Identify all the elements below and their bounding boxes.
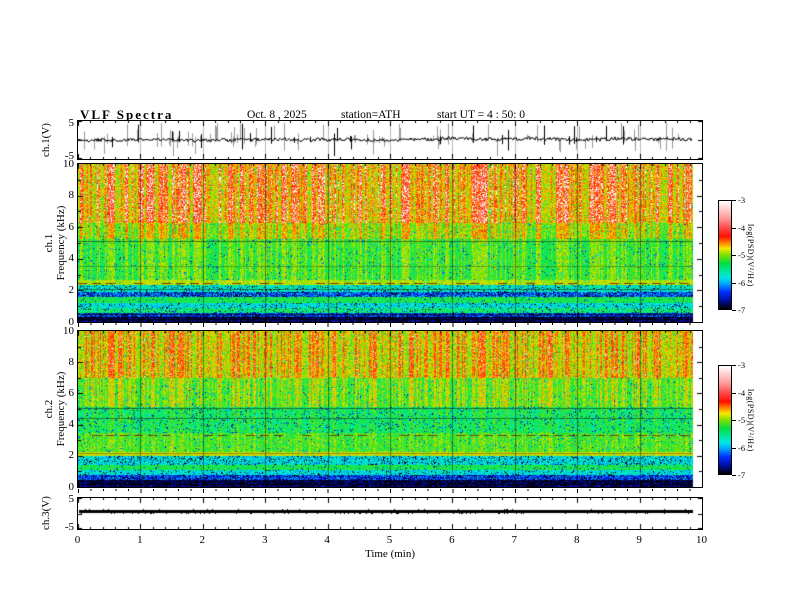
colorbar-tick-label: -6 xyxy=(738,442,746,453)
ch1-waveform-panel xyxy=(77,120,703,160)
x-tick-label: 7 xyxy=(511,534,518,546)
x-tick-label: 3 xyxy=(261,534,268,546)
colorbar-tick-label: -3 xyxy=(738,195,746,205)
colorbar-tick-label: -6 xyxy=(738,277,746,288)
x-tick-label: 6 xyxy=(449,534,455,546)
colorbar-tick xyxy=(732,392,736,394)
ch2-spec-ytick: 6 xyxy=(68,386,75,399)
ch3-wave-ytick: 5 xyxy=(68,493,75,505)
ch1-waveform-canvas xyxy=(78,121,702,159)
time-axis-label: Time (min) xyxy=(364,548,416,560)
colorbar-tick xyxy=(732,255,736,256)
x-tick-label: 8 xyxy=(573,534,580,546)
colorbar-tick xyxy=(732,420,736,421)
colorbar-tick xyxy=(732,200,736,201)
ch2-spec-ytick: 0 xyxy=(68,480,75,493)
x-tick-label: 2 xyxy=(199,534,206,546)
ch1-wave-ytick: 5 xyxy=(68,117,75,129)
colorbar-tick-label: -5 xyxy=(738,250,746,260)
colorbar-tick xyxy=(732,310,736,311)
ch2-spec-ytick: 8 xyxy=(68,355,75,368)
colorbar-ch1 xyxy=(718,200,732,310)
ch1-spec-ytick: 4 xyxy=(68,252,75,265)
ch2-spectrogram-panel xyxy=(77,330,703,488)
ch2-spec-ytick: 2 xyxy=(68,449,75,462)
ch1-frequency-axis-label: Frequency (kHz) xyxy=(55,205,67,281)
spec1-bottom-major-ticks xyxy=(78,323,693,327)
colorbar-tick-label: -7 xyxy=(738,470,746,480)
x-tick-label: 9 xyxy=(636,534,642,546)
ch1-spec-ytick: 8 xyxy=(68,189,75,202)
colorbar-tick-label: -7 xyxy=(738,305,746,315)
ch3-wave-ytick: -5 xyxy=(64,521,74,533)
ch1-spec-ytick: 2 xyxy=(68,283,75,296)
colorbar-tick-label: -5 xyxy=(738,415,746,425)
ch2-frequency-axis-label: Frequency (kHz) xyxy=(55,371,67,447)
colorbar-tick xyxy=(732,282,736,284)
ch1-channel-label: ch.1 xyxy=(43,233,55,253)
colorbar-tick-label: -4 xyxy=(738,387,746,398)
ch1-voltage-axis-label: ch.1(V) xyxy=(40,123,52,157)
ch3-waveform-canvas xyxy=(78,498,702,529)
colorbar-ch2-label: log(PSD)(V²/Hz) xyxy=(746,388,755,452)
x-tick-label: 1 xyxy=(137,534,143,546)
spec2-bottom-major-ticks xyxy=(78,489,693,493)
ch2-channel-label: ch.2 xyxy=(43,399,55,419)
colorbar-tick xyxy=(732,475,736,476)
ch1-spectrogram-canvas xyxy=(78,164,702,322)
ch3-voltage-axis-label: ch.3(V) xyxy=(40,496,52,530)
colorbar-tick xyxy=(732,365,736,366)
ch2-spectrogram-canvas xyxy=(78,331,702,487)
x-tick-label: 0 xyxy=(74,534,81,546)
colorbar-tick xyxy=(732,447,736,449)
ch1-spectrogram-panel xyxy=(77,163,703,323)
x-tick-label: 5 xyxy=(386,534,393,546)
ch3-waveform-panel xyxy=(77,497,703,530)
ch2-spec-ytick: 10 xyxy=(63,324,74,337)
colorbar-ch1-label: log(PSD)(V²/Hz) xyxy=(746,223,755,287)
colorbar-tick-label: -3 xyxy=(738,360,746,370)
colorbar-tick-label: -4 xyxy=(738,222,746,233)
x-tick-label: 4 xyxy=(324,534,330,546)
colorbar-ch2 xyxy=(718,365,732,475)
ch2-spec-ytick: 4 xyxy=(68,418,75,431)
ch1-spec-ytick: 10 xyxy=(63,157,74,170)
colorbar-tick xyxy=(732,227,736,229)
ch1-spec-ytick: 6 xyxy=(68,220,75,233)
x-tick-label: 10 xyxy=(696,534,707,546)
vlf-spectra-figure: VLF Spectra Oct. 8 , 2025 station=ATH st… xyxy=(0,0,792,612)
